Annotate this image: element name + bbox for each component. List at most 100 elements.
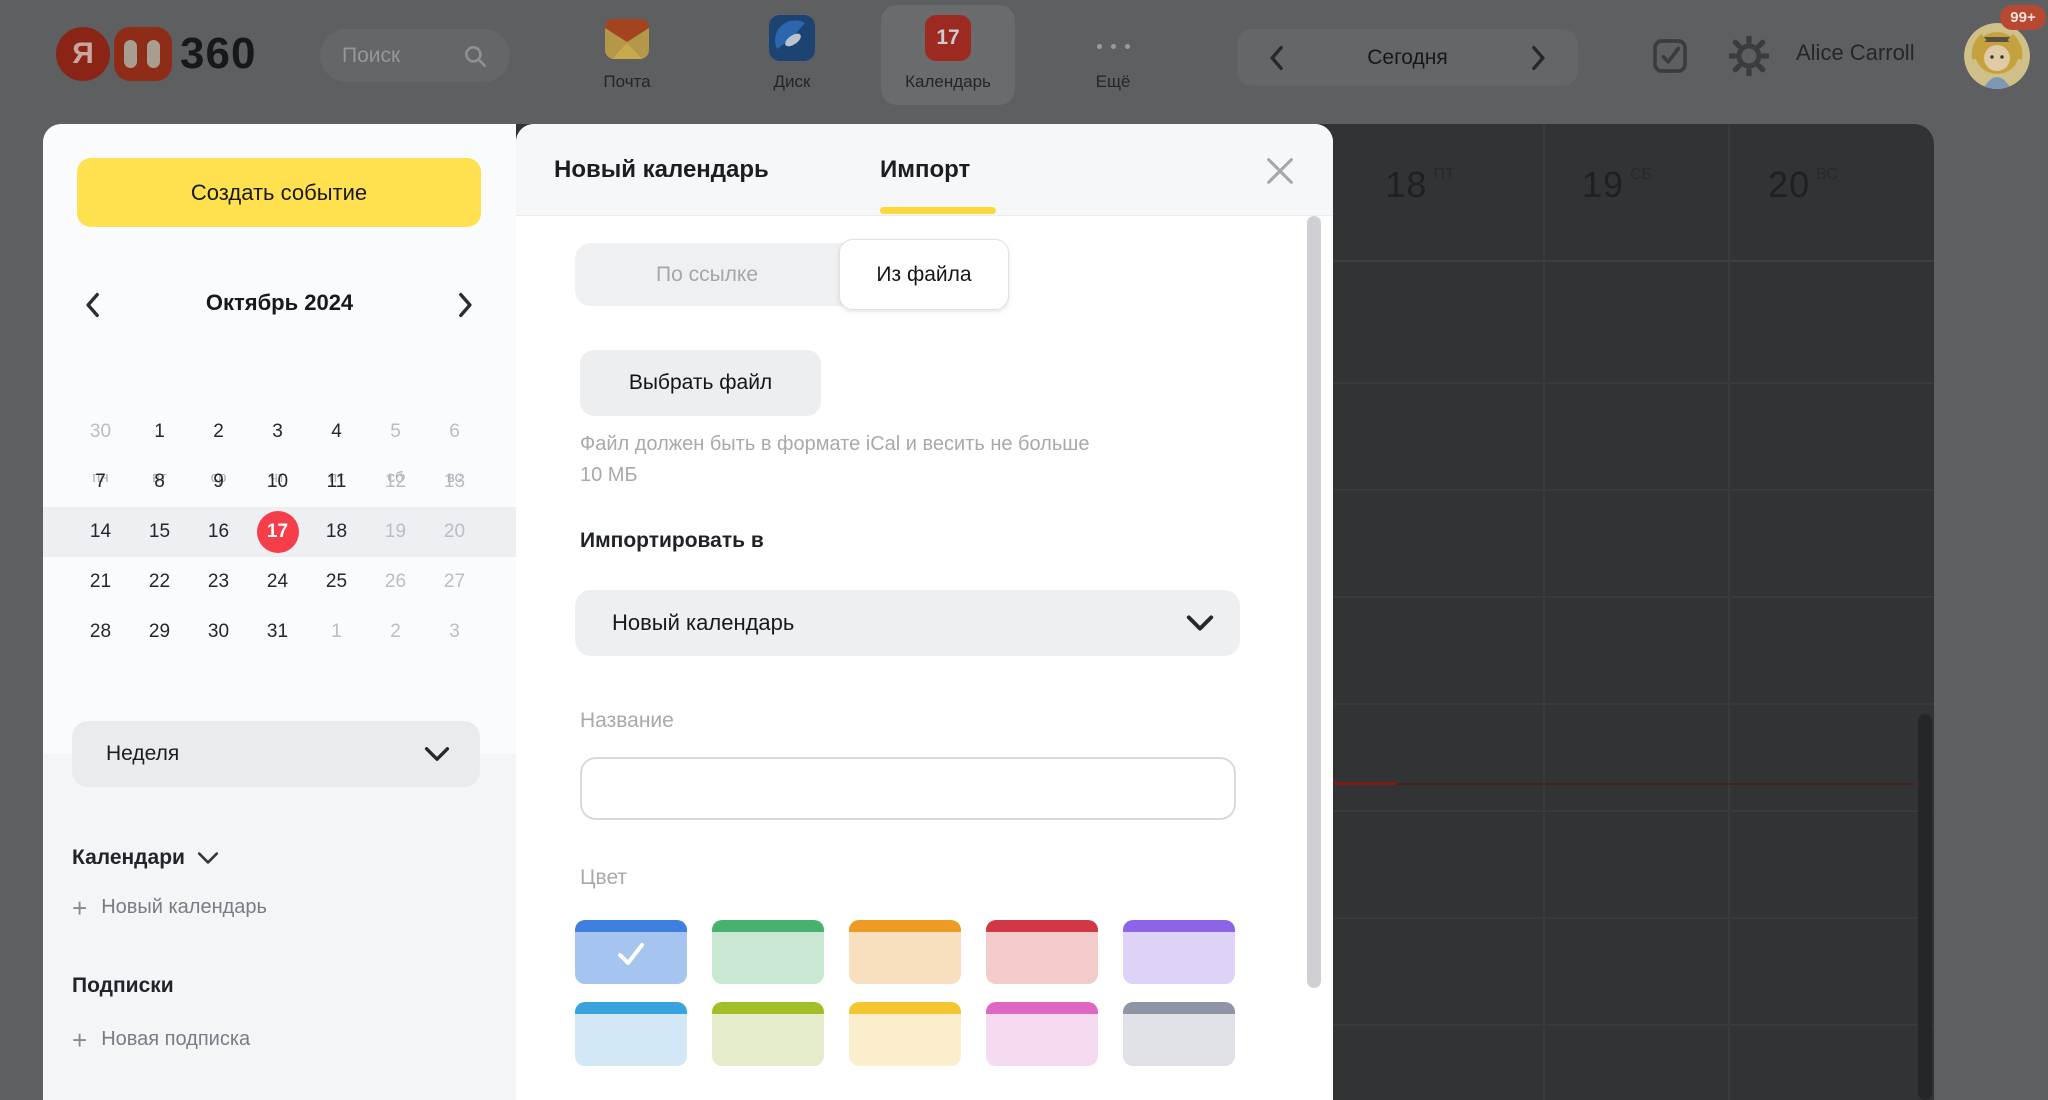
app-more[interactable]: Ещё xyxy=(1038,0,1188,112)
minical-day[interactable]: 7 xyxy=(71,457,130,507)
minical-day[interactable]: 30 xyxy=(189,607,248,657)
minical-day[interactable]: 22 xyxy=(130,557,189,607)
minical-day[interactable]: 14 xyxy=(71,507,130,557)
calendar-scrollbar[interactable] xyxy=(1918,714,1932,1100)
day-column-header: 19 СБ xyxy=(1581,164,1653,205)
minical-day[interactable]: 29 xyxy=(130,607,189,657)
minical-day[interactable]: 4 xyxy=(307,407,366,457)
app-label: Диск xyxy=(773,72,811,91)
settings-gear-icon[interactable] xyxy=(1729,36,1769,76)
calendar-name-input[interactable] xyxy=(580,757,1236,820)
minical-day[interactable]: 26 xyxy=(366,557,425,607)
name-label: Название xyxy=(580,709,674,732)
minical-day[interactable]: 24 xyxy=(248,557,307,607)
close-icon[interactable] xyxy=(1263,154,1297,188)
minical-day[interactable]: 11 xyxy=(307,457,366,507)
minical-day[interactable]: 21 xyxy=(71,557,130,607)
minical-next-month-button[interactable] xyxy=(449,290,483,320)
more-icon xyxy=(1096,29,1130,63)
minical-day-today[interactable]: 17 xyxy=(256,511,299,553)
minical-day[interactable]: 20 xyxy=(425,507,484,557)
app-mail[interactable]: Почта xyxy=(552,0,702,112)
segment-from-file[interactable]: Из файла xyxy=(839,239,1009,310)
active-tab-underline xyxy=(880,207,996,214)
tab-new-calendar[interactable]: Новый календарь xyxy=(554,124,769,215)
todo-checkbox-icon[interactable] xyxy=(1650,36,1690,76)
mail-icon xyxy=(605,19,649,59)
user-name[interactable]: Alice Carroll xyxy=(1796,40,1915,66)
minical-day[interactable]: 9 xyxy=(189,457,248,507)
minical-day[interactable]: 3 xyxy=(248,407,307,457)
yandex-360-logo[interactable]: Я 360 xyxy=(56,26,256,82)
create-event-button[interactable]: Создать событие xyxy=(77,158,481,227)
plus-icon: + xyxy=(72,892,88,923)
minical-day[interactable]: 19 xyxy=(366,507,425,557)
tab-import[interactable]: Импорт xyxy=(880,124,970,215)
next-week-button[interactable] xyxy=(1528,45,1550,71)
minical-day[interactable]: 2 xyxy=(366,607,425,657)
calendars-title: Календари xyxy=(72,846,185,869)
chevron-down-icon xyxy=(424,747,450,761)
new-subscription-label: Новая подписка xyxy=(101,1028,251,1050)
minical-day[interactable]: 2 xyxy=(189,407,248,457)
minical-day[interactable]: 10 xyxy=(248,457,307,507)
minical-day[interactable]: 23 xyxy=(189,557,248,607)
minical-day[interactable]: 1 xyxy=(307,607,366,657)
color-swatch[interactable] xyxy=(1123,920,1235,984)
search-input[interactable]: Поиск xyxy=(320,29,510,82)
column-divider xyxy=(1543,124,1545,1100)
prev-week-button[interactable] xyxy=(1265,45,1287,71)
avatar[interactable] xyxy=(1964,23,2030,89)
app-calendar[interactable]: 17 Календарь xyxy=(873,0,1023,112)
import-dialog: Новый календарь Импорт По ссылке Из файл… xyxy=(516,124,1333,1100)
import-source-segmented-control: По ссылке Из файла xyxy=(575,239,1009,310)
avatar-image xyxy=(1964,23,2030,89)
day-column-header: 18 ПТ xyxy=(1385,164,1455,205)
minical-day[interactable]: 12 xyxy=(366,457,425,507)
choose-file-button[interactable]: Выбрать файл xyxy=(580,350,821,416)
new-calendar-button[interactable]: + Новый календарь xyxy=(72,892,267,923)
minical-day[interactable]: 16 xyxy=(189,507,248,557)
app-disk[interactable]: Диск xyxy=(717,0,867,112)
app-label: Ещё xyxy=(1095,72,1131,91)
notification-badge: 99+ xyxy=(2000,5,2046,30)
minical-day[interactable]: 27 xyxy=(425,557,484,607)
yandex-logo-icon: Я xyxy=(56,27,110,81)
sidebar: Создать событие Октябрь 2024 пн вт ср чт пт с… xyxy=(43,124,516,1100)
color-swatch[interactable] xyxy=(1123,1002,1235,1066)
color-swatch[interactable] xyxy=(849,1002,961,1066)
import-to-select[interactable]: Новый календарь xyxy=(575,590,1240,656)
color-swatch[interactable] xyxy=(712,1002,824,1066)
color-swatch-selected[interactable] xyxy=(575,920,687,984)
import-to-label: Импортировать в xyxy=(580,529,764,552)
minical-day[interactable]: 3 xyxy=(425,607,484,657)
minical-day[interactable]: 5 xyxy=(366,407,425,457)
today-button[interactable]: Сегодня xyxy=(1367,46,1447,70)
color-swatch[interactable] xyxy=(712,920,824,984)
minical-day[interactable]: 28 xyxy=(71,607,130,657)
search-placeholder: Поиск xyxy=(342,43,401,67)
minical-day[interactable]: 18 xyxy=(307,507,366,557)
new-subscription-button[interactable]: + Новая подписка xyxy=(72,1027,251,1053)
check-icon xyxy=(618,942,644,965)
segment-by-link[interactable]: По ссылке xyxy=(575,243,839,306)
calendars-section-toggle[interactable]: Календари xyxy=(72,846,219,870)
subscriptions-section-title: Подписки xyxy=(72,974,174,998)
color-swatch[interactable] xyxy=(849,920,961,984)
minical-day[interactable]: 15 xyxy=(130,507,189,557)
minical-day[interactable]: 13 xyxy=(425,457,484,507)
dialog-scrollbar[interactable] xyxy=(1307,216,1321,988)
minical-day[interactable]: 31 xyxy=(248,607,307,657)
subscriptions-title: Подписки xyxy=(72,974,174,997)
color-swatch[interactable] xyxy=(575,1002,687,1066)
day-column-header: 20 ВС xyxy=(1768,164,1838,205)
minical-day[interactable]: 25 xyxy=(307,557,366,607)
minical-day[interactable]: 30 xyxy=(71,407,130,457)
color-swatch[interactable] xyxy=(986,1002,1098,1066)
view-mode-select[interactable]: Неделя xyxy=(72,721,480,787)
chevron-down-icon xyxy=(1186,615,1214,631)
minical-day[interactable]: 1 xyxy=(130,407,189,457)
color-swatch[interactable] xyxy=(986,920,1098,984)
minical-day[interactable]: 6 xyxy=(425,407,484,457)
minical-day[interactable]: 8 xyxy=(130,457,189,507)
